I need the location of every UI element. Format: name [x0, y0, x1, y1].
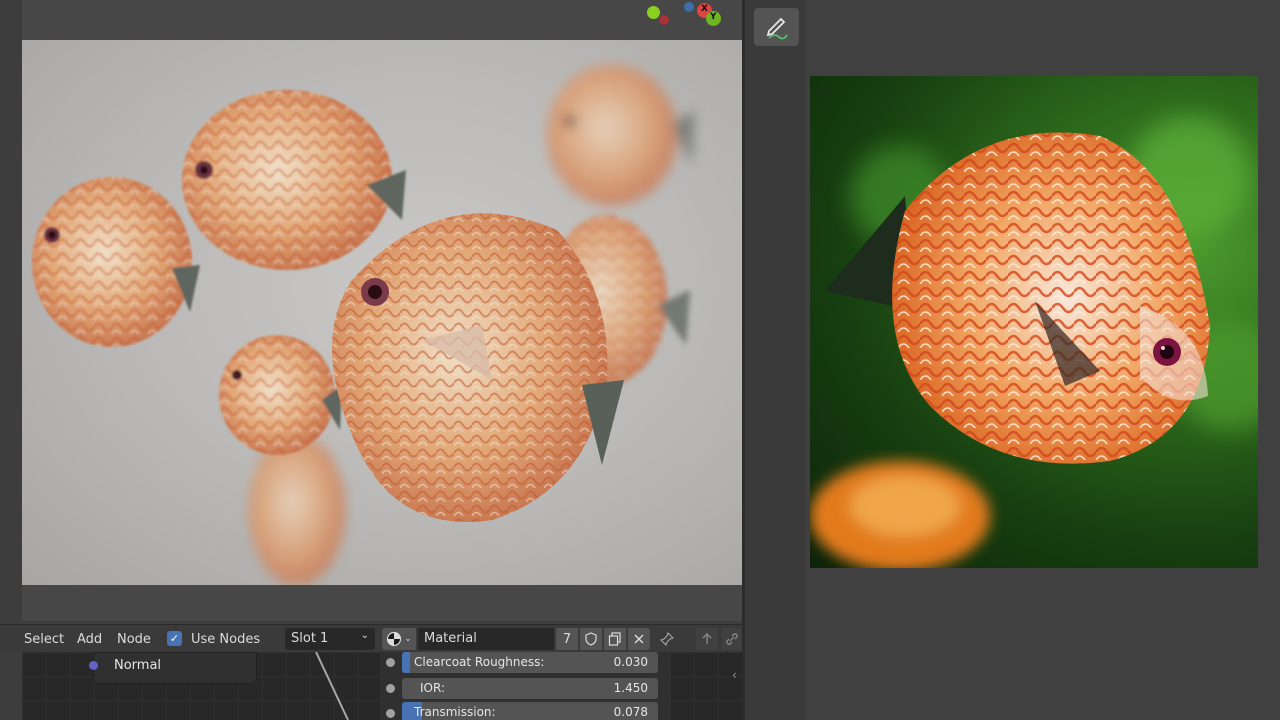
ior-field[interactable]: IOR: 1.450 — [402, 678, 658, 699]
normal-socket[interactable] — [89, 661, 98, 670]
node-link-wire — [315, 652, 349, 720]
gizmo-y-axis-icon[interactable]: Y — [706, 11, 721, 26]
duplicate-material-button[interactable] — [604, 628, 626, 650]
image-editor-toolbar — [745, 0, 805, 720]
pin-icon — [660, 632, 674, 646]
transmission-label: Transmission: — [414, 705, 496, 719]
transmission-socket[interactable] — [386, 709, 395, 718]
sidebar-toggle-icon[interactable]: ‹ — [732, 668, 737, 682]
backdrop-button[interactable] — [722, 628, 742, 650]
clearcoat-roughness-slider[interactable]: Clearcoat Roughness: 0.030 — [402, 652, 658, 673]
slot-value: Slot 1 — [291, 631, 329, 646]
user-count-value: 7 — [562, 631, 572, 647]
material-browse-button[interactable]: ⌄ — [382, 628, 416, 650]
fish-model-bottom — [249, 435, 345, 585]
gizmo-y-label: Y — [710, 12, 717, 22]
gizmo-neg-x-dot[interactable] — [659, 15, 669, 25]
viewport-header — [22, 0, 742, 40]
transmission-slider[interactable]: Transmission: 0.078 — [402, 702, 658, 720]
ior-value: 1.450 — [613, 681, 648, 695]
slot-dropdown[interactable]: Slot 1 ⌄ — [285, 628, 375, 650]
normal-output-label: Normal — [114, 658, 162, 673]
copy-icon — [608, 632, 621, 646]
fish-model-left — [32, 177, 200, 347]
viewport-render — [32, 65, 694, 585]
node-editor-header: Select Add Node ✓ Use Nodes Slot 1 ⌄ ⌄ M… — [0, 624, 742, 652]
material-user-count[interactable]: 7 — [556, 628, 578, 650]
clearcoat-roughness-value: 0.030 — [613, 655, 648, 669]
node-frame[interactable]: Normal — [89, 652, 257, 684]
reference-image-render — [810, 116, 1258, 568]
background-orange-fish — [810, 461, 990, 568]
clearcoat-roughness-fill — [402, 652, 410, 673]
menu-select[interactable]: Select — [24, 632, 64, 647]
node-left-strip — [0, 652, 22, 720]
blender-window: X Y Select Add Node ✓ Use Nodes Slot 1 ⌄… — [0, 0, 1280, 720]
menu-add[interactable]: Add — [77, 632, 102, 647]
fish-model-small — [219, 335, 342, 455]
gizmo-neg-z-dot[interactable] — [684, 2, 694, 12]
gizmo-x-label: X — [701, 4, 708, 14]
shield-icon — [585, 632, 597, 646]
link-icon — [726, 633, 738, 645]
use-nodes-label[interactable]: Use Nodes — [191, 632, 260, 647]
use-nodes-checkbox[interactable]: ✓ — [167, 631, 182, 646]
transmission-value: 0.078 — [613, 705, 648, 719]
pin-button[interactable] — [656, 628, 678, 650]
clearcoat-roughness-socket[interactable] — [386, 658, 395, 667]
chevron-down-icon: ⌄ — [360, 630, 369, 641]
3d-viewport[interactable] — [22, 40, 742, 585]
fish-model-top-right — [547, 65, 694, 205]
material-sphere-icon — [387, 631, 402, 647]
parent-node-tree-button[interactable] — [696, 628, 718, 650]
arrow-up-icon — [702, 633, 712, 644]
chevron-down-icon: ⌄ — [404, 634, 412, 644]
viewport-footer — [22, 585, 742, 621]
annotate-pencil-icon — [766, 17, 788, 40]
unlink-material-button[interactable] — [628, 628, 650, 650]
close-icon — [634, 634, 644, 644]
material-name-field[interactable]: Material — [418, 628, 554, 650]
left-toolbar-strip — [0, 0, 22, 622]
gizmo-green-dot[interactable] — [647, 6, 660, 19]
clearcoat-roughness-label: Clearcoat Roughness: — [414, 655, 545, 669]
menu-node[interactable]: Node — [117, 632, 151, 647]
fish-model-upper-left — [182, 90, 406, 270]
fake-user-button[interactable] — [580, 628, 602, 650]
reference-image — [810, 76, 1258, 568]
material-name: Material — [424, 631, 477, 646]
ior-label: IOR: — [420, 681, 445, 695]
annotate-tool-button[interactable] — [754, 8, 799, 46]
ior-socket[interactable] — [386, 684, 395, 693]
